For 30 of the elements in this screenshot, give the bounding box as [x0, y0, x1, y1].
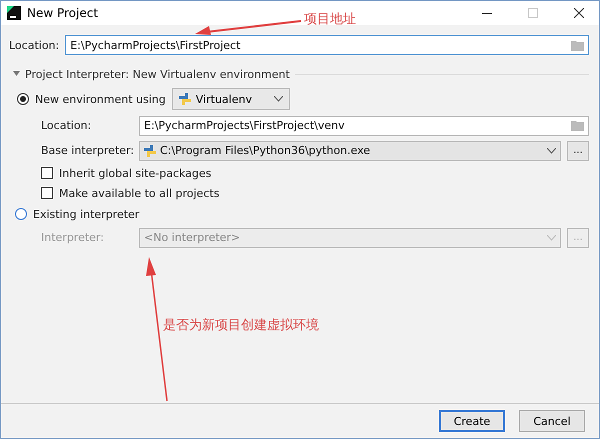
field-label: Location: — [9, 38, 60, 52]
create-button[interactable]: Create — [439, 410, 505, 432]
checkbox[interactable] — [41, 187, 53, 199]
caret-icon — [547, 234, 556, 240]
annotation-text: 项目地址 — [304, 11, 356, 28]
checkbox-label: Inherit global site-packages — [59, 166, 212, 180]
base-interpreter-dropdown[interactable]: C:\Program Files\Python36\python.exe — [139, 140, 561, 160]
checkbox[interactable] — [41, 167, 53, 179]
python-icon — [144, 144, 156, 156]
field-label: Location: — [41, 119, 92, 132]
field-label: Base interpreter: — [41, 144, 133, 157]
checkbox-label: Make available to all projects — [59, 186, 220, 200]
location-field[interactable]: E:\PycharmProjects\FirstProject — [65, 35, 589, 55]
environment-dropdown[interactable]: Virtualenv — [172, 88, 290, 110]
radio-label: Existing interpreter — [33, 208, 140, 220]
radio-button[interactable] — [15, 208, 27, 220]
radio-label: New environment using — [35, 92, 166, 106]
venv-location-field[interactable]: E:\PycharmProjects\FirstProject\venv — [139, 116, 589, 136]
field-label: Interpreter: — [41, 231, 105, 244]
annotation-text: 是否为新项目创建虚拟环境 — [163, 317, 319, 334]
cancel-button[interactable]: Cancel — [519, 410, 585, 432]
radio-button[interactable] — [17, 93, 29, 105]
python-icon — [178, 93, 191, 105]
expand-icon[interactable] — [13, 71, 20, 77]
section-title: Project Interpreter: New Virtualenv environment — [25, 68, 290, 80]
window-title: New Project — [27, 6, 98, 20]
caret-icon — [547, 148, 556, 154]
caret-icon — [274, 96, 283, 102]
browse-button[interactable]: ... — [567, 140, 589, 160]
app-icon — [7, 6, 21, 20]
